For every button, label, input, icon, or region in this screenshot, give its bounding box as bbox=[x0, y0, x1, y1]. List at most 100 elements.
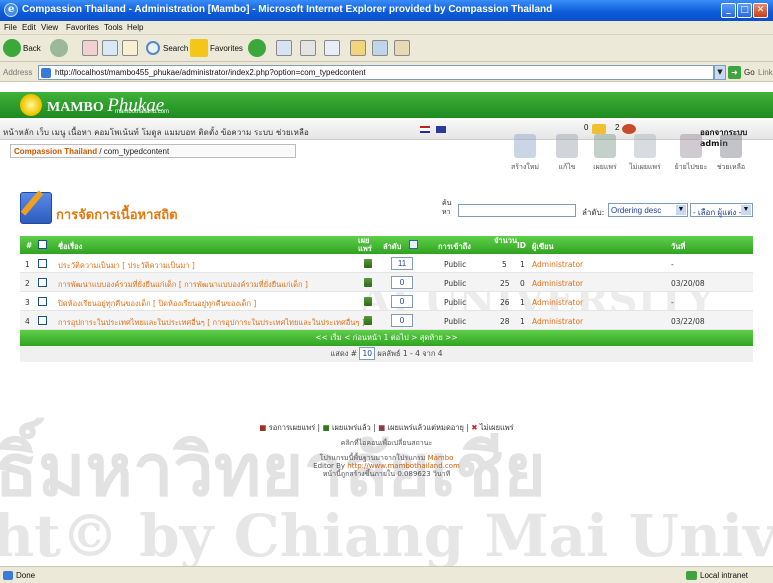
row-checkbox[interactable] bbox=[38, 316, 47, 325]
unpublish-button[interactable]: ไม่เผยแพร่ bbox=[629, 134, 661, 174]
intranet-zone-icon bbox=[686, 571, 697, 580]
trash-button[interactable]: ย้ายไปขยะ bbox=[675, 134, 707, 174]
col-title[interactable]: ชื่อเรื่อง bbox=[58, 241, 82, 253]
stop-icon[interactable] bbox=[82, 40, 98, 56]
research-icon[interactable] bbox=[394, 40, 410, 56]
col-num: # bbox=[26, 241, 33, 250]
unpublish-icon bbox=[634, 134, 656, 158]
publish-label: เผยแพร่ bbox=[593, 163, 617, 171]
published-icon[interactable] bbox=[364, 316, 372, 325]
footer-line2: Editor By bbox=[313, 462, 346, 470]
home-icon[interactable] bbox=[122, 40, 138, 56]
order-select[interactable]: Ordering desc ▼ bbox=[608, 203, 688, 217]
mail-icon[interactable] bbox=[592, 124, 606, 134]
order-input[interactable]: 0 bbox=[391, 276, 413, 289]
brand-main: MAMBO bbox=[47, 100, 104, 115]
pagination[interactable]: << เริ่ม < ก่อนหน้า 1 ต่อไป > สุดท้าย >> bbox=[20, 330, 753, 346]
minimize-button[interactable]: _ bbox=[721, 3, 736, 18]
print-icon[interactable] bbox=[300, 40, 316, 56]
favorites-label[interactable]: Favorites bbox=[210, 44, 243, 53]
favorites-star-icon[interactable] bbox=[190, 39, 208, 57]
address-url[interactable]: http://localhost/mambo455_phukae/adminis… bbox=[55, 68, 366, 77]
go-button[interactable]: Go bbox=[744, 68, 755, 77]
row-access[interactable]: Public bbox=[444, 279, 466, 288]
back-label[interactable]: Back bbox=[23, 44, 41, 53]
editor-link[interactable]: http://www.mambothailand.com bbox=[347, 462, 460, 470]
forward-arrow-icon[interactable] bbox=[50, 39, 68, 57]
author-select[interactable]: - เลือก ผู้แต่ง - ▼ bbox=[690, 203, 753, 217]
search-icon[interactable] bbox=[146, 41, 160, 55]
folder-icon[interactable] bbox=[350, 40, 366, 56]
published-expired-icon: ■ bbox=[378, 423, 386, 432]
row-checkbox[interactable] bbox=[38, 297, 47, 306]
row-checkbox[interactable] bbox=[38, 278, 47, 287]
order-label: ลำดับ: bbox=[582, 208, 605, 217]
maximize-button[interactable]: □ bbox=[737, 3, 752, 18]
static-content-icon bbox=[20, 192, 52, 224]
row-access[interactable]: Public bbox=[444, 260, 466, 269]
mambo-link[interactable]: Mambo bbox=[428, 454, 454, 462]
flag-english-icon[interactable] bbox=[436, 126, 446, 133]
menu-tools[interactable]: Tools bbox=[104, 23, 123, 32]
row-num: 4 bbox=[25, 317, 30, 326]
row-title[interactable]: การอุปการะในประเทศไทยและในประเทศอื่นๆ [ … bbox=[58, 317, 365, 329]
order-input[interactable]: 11 bbox=[391, 257, 413, 270]
users-online-icon[interactable] bbox=[622, 124, 636, 134]
row-title[interactable]: ปิดห้องเรียนอยู่ทุกคืนของเด็ก [ ปิดห้องเ… bbox=[58, 298, 256, 310]
save-order-icon[interactable] bbox=[409, 240, 418, 249]
search-label[interactable]: Search bbox=[163, 44, 188, 53]
links-label[interactable]: Links bbox=[758, 68, 773, 77]
row-author[interactable]: Administrator bbox=[532, 298, 583, 307]
breadcrumb-site[interactable]: Compassion Thailand bbox=[14, 147, 97, 156]
published-icon[interactable] bbox=[364, 297, 372, 306]
new-button[interactable]: สร้างใหม่ bbox=[510, 134, 540, 174]
back-arrow-icon[interactable] bbox=[3, 39, 21, 57]
row-id: 0 bbox=[520, 279, 525, 288]
page-title: การจัดการเนื้อหาสถิต bbox=[56, 208, 178, 223]
edit-button[interactable]: แก้ไข bbox=[552, 134, 582, 174]
flag-thai-icon[interactable] bbox=[420, 126, 430, 133]
go-arrow-icon[interactable]: ➜ bbox=[728, 66, 741, 79]
row-date: 03/22/08 bbox=[671, 317, 705, 326]
publish-button[interactable]: เผยแพร่ bbox=[590, 134, 620, 174]
row-author[interactable]: Administrator bbox=[532, 260, 583, 269]
new-label: สร้างใหม่ bbox=[510, 163, 540, 171]
menu-edit[interactable]: Edit bbox=[22, 23, 36, 32]
menu-favorites[interactable]: Favorites bbox=[66, 23, 99, 32]
legend-unpublished: ไม่เผยแพร่ bbox=[479, 423, 514, 432]
row-hits: 5 bbox=[502, 260, 507, 269]
new-icon bbox=[514, 134, 536, 158]
address-dropdown-icon[interactable]: ▼ bbox=[714, 65, 726, 80]
address-input[interactable]: http://localhost/mambo455_phukae/adminis… bbox=[38, 65, 714, 80]
refresh-icon[interactable] bbox=[102, 40, 118, 56]
row-author[interactable]: Administrator bbox=[532, 317, 583, 326]
close-button[interactable]: ✕ bbox=[753, 3, 768, 18]
order-input[interactable]: 0 bbox=[391, 314, 413, 327]
filter-input[interactable] bbox=[458, 204, 576, 217]
admin-menu-items[interactable]: หน้าหลัก เว็บ เมนู เนื้อหา คอมโพเน้นท์ โ… bbox=[3, 126, 309, 139]
menu-help[interactable]: Help bbox=[127, 23, 143, 32]
row-author[interactable]: Administrator bbox=[532, 279, 583, 288]
page-icon bbox=[41, 68, 51, 78]
published-icon[interactable] bbox=[364, 259, 372, 268]
scheduled-icon: ■ bbox=[259, 423, 267, 432]
select-all-checkbox[interactable] bbox=[38, 240, 47, 249]
published-icon[interactable] bbox=[364, 278, 372, 287]
edit-page-icon[interactable] bbox=[324, 40, 340, 56]
chevron-down-icon: ▼ bbox=[741, 205, 751, 215]
messenger-icon[interactable] bbox=[372, 40, 388, 56]
menu-view[interactable]: View bbox=[41, 23, 58, 32]
row-title[interactable]: ประวัติความเป็นมา [ ประวัติความเป็นมา ] bbox=[58, 260, 195, 272]
help-button[interactable]: ช่วยเหลือ bbox=[716, 134, 746, 174]
row-access[interactable]: Public bbox=[444, 317, 466, 326]
menu-file[interactable]: File bbox=[4, 23, 17, 32]
display-count-select[interactable]: 10 bbox=[359, 347, 375, 360]
row-checkbox[interactable] bbox=[38, 259, 47, 268]
row-title[interactable]: การพัฒนาแบบองค์รวมที่ยั่งยืนแก่เด็ก [ กา… bbox=[58, 279, 308, 291]
mail-icon[interactable] bbox=[276, 40, 292, 56]
col-order[interactable]: ลำดับ bbox=[383, 241, 401, 253]
row-access[interactable]: Public bbox=[444, 298, 466, 307]
col-id: ID bbox=[517, 241, 527, 250]
order-input[interactable]: 0 bbox=[391, 295, 413, 308]
history-icon[interactable] bbox=[248, 39, 266, 57]
